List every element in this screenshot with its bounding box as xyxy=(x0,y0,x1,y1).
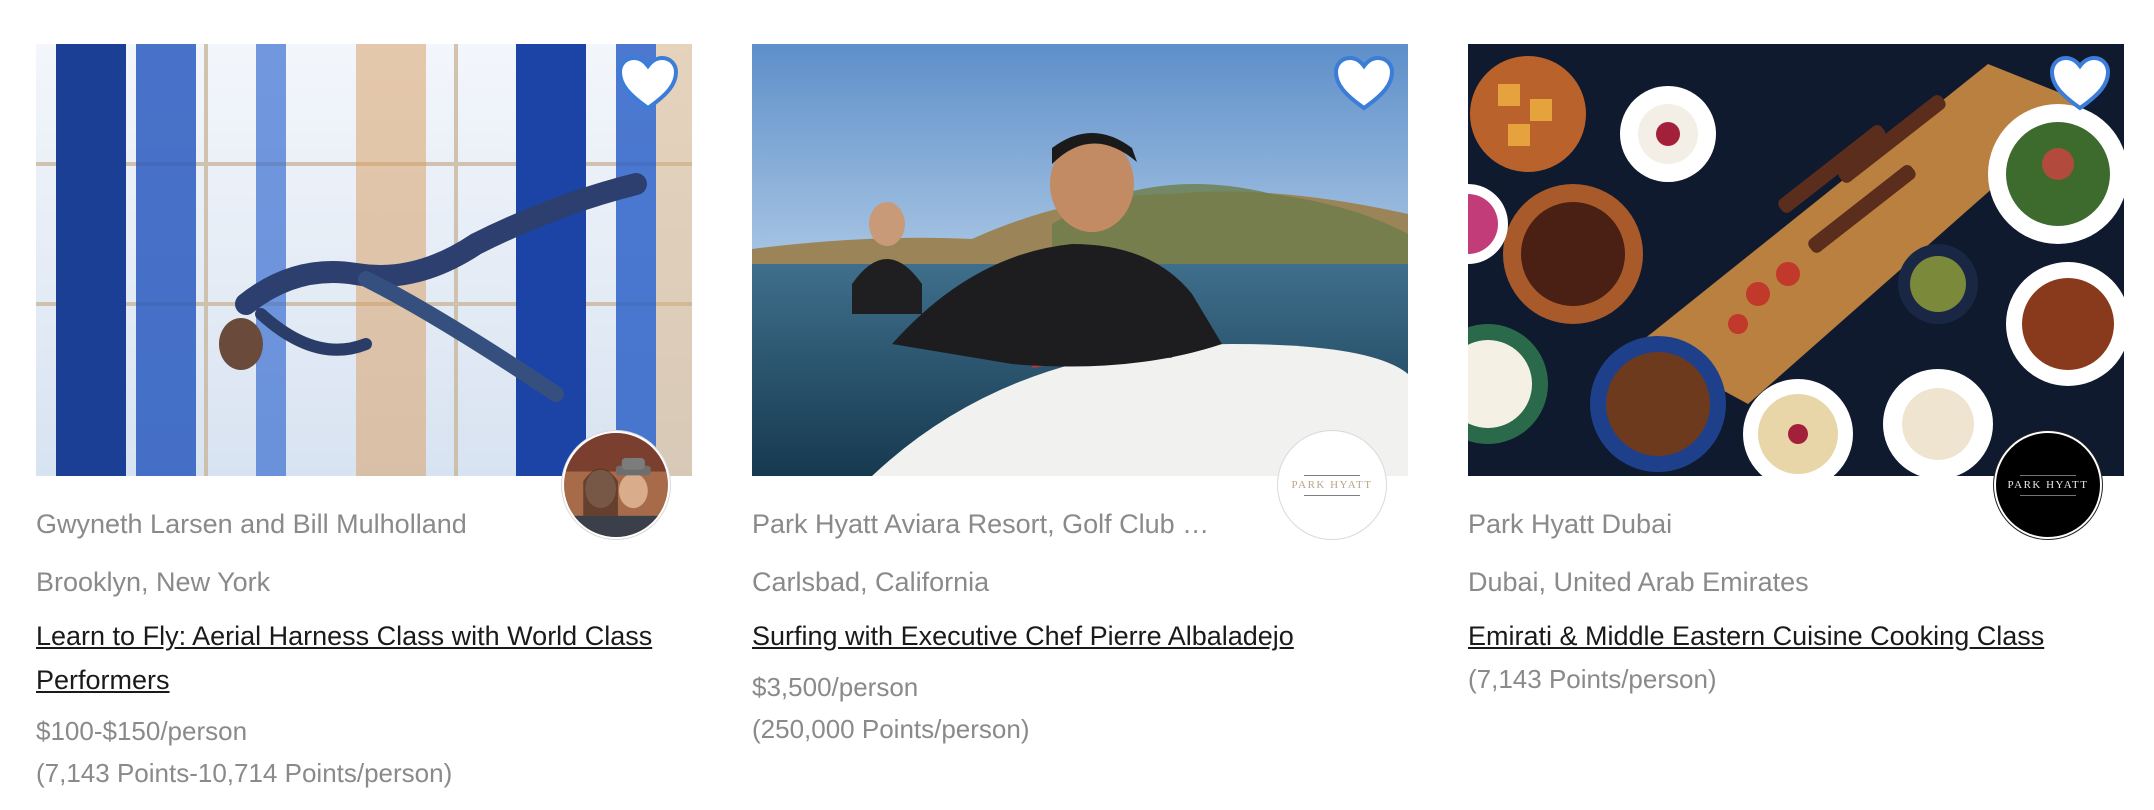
park-hyatt-logo: PARK HYATT xyxy=(1291,474,1373,496)
experience-card[interactable]: PARK HYATT Park Hyatt Aviara Resort, Gol… xyxy=(752,44,1408,750)
logo-rule xyxy=(1303,474,1360,476)
experience-card[interactable]: PARK HYATT Park Hyatt Dubai Dubai, Unite… xyxy=(1468,44,2124,700)
experience-title-link[interactable]: Surfing with Executive Chef Pierre Albal… xyxy=(752,614,1408,658)
card-media[interactable]: PARK HYATT xyxy=(1468,44,2124,539)
price: $100-$150/person xyxy=(36,716,248,746)
aerial-class-photo[interactable] xyxy=(36,44,692,476)
favorite-heart-icon[interactable] xyxy=(1332,54,1396,114)
points-price: (7,143 Points-10,714 Points/person) xyxy=(36,758,453,788)
cuisine-photo[interactable] xyxy=(1468,44,2124,476)
logo-rule xyxy=(1303,494,1360,496)
logo-text: PARK HYATT xyxy=(1291,478,1373,491)
host-name: Park Hyatt Dubai xyxy=(1468,509,1673,539)
location: Carlsbad, California xyxy=(752,567,990,597)
host-name: Park Hyatt Aviara Resort, Golf Club … xyxy=(752,509,1210,539)
favorite-heart-icon[interactable] xyxy=(616,54,680,114)
park-hyatt-logo: PARK HYATT xyxy=(2007,474,2089,496)
host-logo-avatar[interactable]: PARK HYATT xyxy=(1278,431,1386,539)
card-media[interactable]: PARK HYATT xyxy=(752,44,1408,539)
location: Brooklyn, New York xyxy=(36,567,271,597)
surfing-photo[interactable] xyxy=(752,44,1408,476)
host-logo-avatar[interactable]: PARK HYATT xyxy=(1994,431,2102,539)
host-name: Gwyneth Larsen and Bill Mulholland xyxy=(36,509,467,539)
host-avatar[interactable] xyxy=(562,431,670,539)
experience-title-link[interactable]: Emirati & Middle Eastern Cuisine Cooking… xyxy=(1468,614,2124,658)
experience-card[interactable]: Gwyneth Larsen and Bill Mulholland Brook… xyxy=(36,44,692,794)
location: Dubai, United Arab Emirates xyxy=(1468,567,1809,597)
points-price: (7,143 Points/person) xyxy=(1468,664,1717,694)
experience-cards-grid: Gwyneth Larsen and Bill Mulholland Brook… xyxy=(0,0,2154,810)
price: $3,500/person xyxy=(752,672,919,702)
logo-rule xyxy=(2019,474,2076,476)
logo-rule xyxy=(2019,494,2076,496)
logo-text: PARK HYATT xyxy=(2007,478,2089,491)
points-price: (250,000 Points/person) xyxy=(752,714,1030,744)
card-media[interactable] xyxy=(36,44,692,539)
favorite-heart-icon[interactable] xyxy=(2048,54,2112,114)
experience-title-link[interactable]: Learn to Fly: Aerial Harness Class with … xyxy=(36,614,692,702)
